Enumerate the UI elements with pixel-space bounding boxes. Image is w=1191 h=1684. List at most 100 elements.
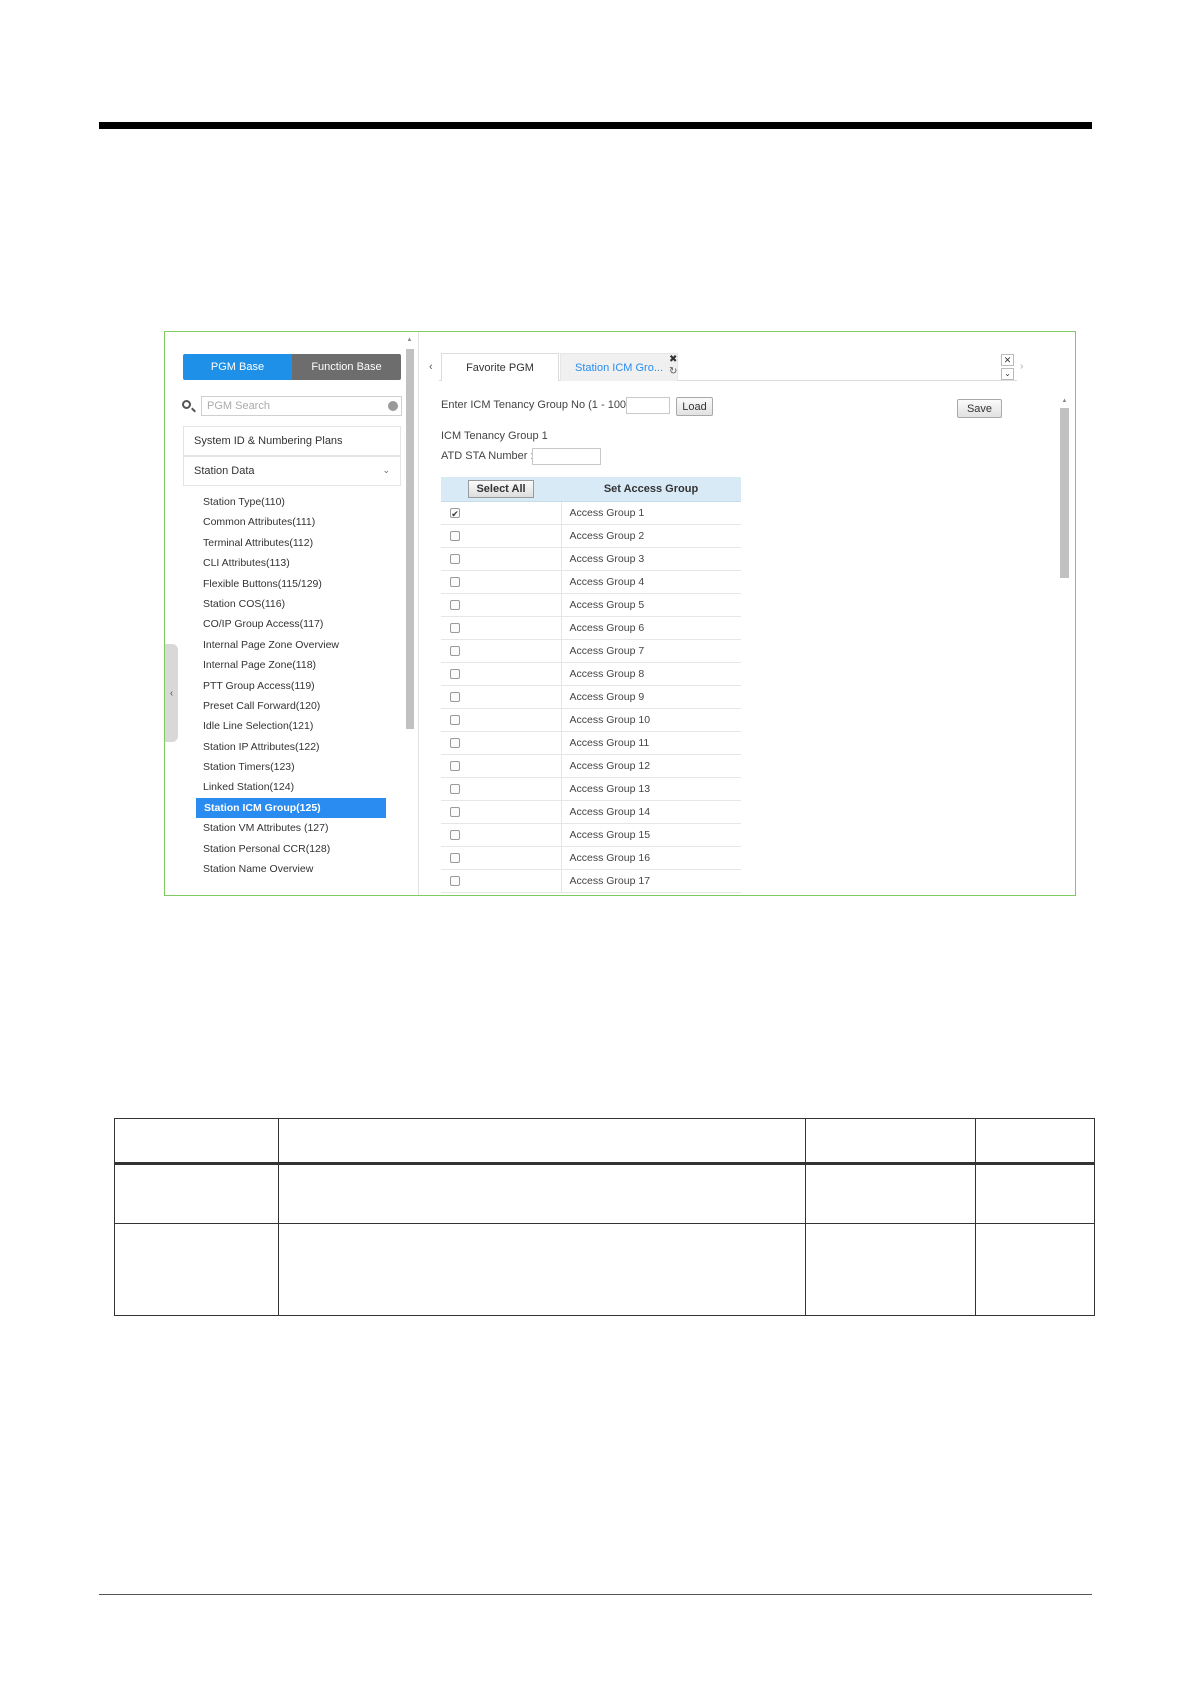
screenshot-frame: PGM Base Function Base PGM Search System…	[164, 331, 1076, 896]
sidebar-item[interactable]: CLI Attributes(113)	[183, 553, 401, 573]
access-group-checkbox[interactable]	[450, 807, 460, 818]
tab-favorite-pgm[interactable]: Favorite PGM	[441, 353, 559, 381]
tab-next-icon[interactable]: ›	[1020, 361, 1023, 372]
sidebar-item[interactable]: Station IP Attributes(122)	[183, 737, 401, 757]
group-title: ICM Tenancy Group 1	[441, 430, 548, 442]
column-divider	[975, 1119, 976, 1315]
checkbox-cell	[441, 524, 562, 548]
access-group-name: Access Group 11	[561, 731, 741, 755]
pgm-base-button[interactable]: PGM Base	[183, 354, 292, 380]
sidebar-item[interactable]: Station Type(110)	[183, 492, 401, 512]
table-row: Access Group 14	[441, 800, 741, 824]
sidebar-item[interactable]: Internal Page Zone(118)	[183, 655, 401, 675]
header-divider	[115, 1162, 1094, 1165]
row-divider	[115, 1223, 1094, 1224]
access-group-name: Access Group 2	[561, 524, 741, 548]
access-group-checkbox[interactable]	[450, 669, 460, 680]
access-group-name: Access Group 13	[561, 777, 741, 801]
sidebar-item[interactable]: PTT Group Access(119)	[183, 676, 401, 696]
access-group-checkbox[interactable]	[450, 554, 460, 565]
right-scrollbar[interactable]: ▲	[1059, 398, 1070, 895]
sidebar-item[interactable]: Terminal Attributes(112)	[183, 533, 401, 553]
access-group-checkbox[interactable]	[450, 784, 460, 795]
access-group-checkbox[interactable]	[450, 715, 460, 726]
table-row: Access Group 15	[441, 823, 741, 847]
search-icon[interactable]	[182, 400, 191, 409]
checkbox-cell	[441, 800, 562, 824]
tab-station-icm-group[interactable]: Station ICM Gro...	[560, 353, 678, 381]
access-group-checkbox[interactable]	[450, 830, 460, 841]
access-group-name: Access Group 5	[561, 593, 741, 617]
access-group-checkbox[interactable]	[450, 531, 460, 542]
load-button[interactable]: Load	[676, 397, 713, 416]
sidebar-item[interactable]: Station VM Attributes (127)	[183, 818, 401, 838]
sidebar-item[interactable]: Station ICM Group(125)	[196, 797, 386, 819]
tab-list-chevron-icon[interactable]: ⌄	[1001, 368, 1014, 380]
checkbox-cell	[441, 846, 562, 870]
table-row: Access Group 11	[441, 731, 741, 755]
atd-sta-label: ATD STA Number :	[441, 450, 534, 462]
checkbox-cell	[441, 777, 562, 801]
access-group-checkbox[interactable]	[450, 600, 460, 611]
page-footer-rule	[99, 1594, 1092, 1595]
sidebar-item[interactable]: Station Name Overview	[183, 859, 401, 879]
pgm-search-input[interactable]: PGM Search	[201, 396, 402, 416]
access-group-checkbox[interactable]	[450, 692, 460, 703]
save-button[interactable]: Save	[957, 399, 1002, 418]
sidebar-item[interactable]: Internal Page Zone Overview	[183, 635, 401, 655]
access-group-checkbox[interactable]	[450, 876, 460, 887]
access-group-name: Access Group 15	[561, 823, 741, 847]
checkbox-cell	[441, 708, 562, 732]
checkbox-cell	[441, 869, 562, 893]
access-group-checkbox[interactable]	[450, 577, 460, 588]
table-row: Access Group 12	[441, 754, 741, 778]
checkbox-cell	[441, 593, 562, 617]
sidebar-item[interactable]: Common Attributes(111)	[183, 512, 401, 532]
scroll-up-icon[interactable]: ▲	[405, 337, 414, 343]
refresh-icon[interactable]: ↻	[669, 366, 677, 377]
checkbox-cell	[441, 570, 562, 594]
access-group-name: Access Group 16	[561, 846, 741, 870]
close-all-icon[interactable]: ✕	[1001, 354, 1014, 366]
right-panel: ‹ Favorite PGM Station ICM Gro... ✖ ↻ ✕ …	[419, 332, 1075, 895]
tenancy-group-label: Enter ICM Tenancy Group No (1 - 100) :	[441, 399, 636, 411]
collapse-panel-handle[interactable]: ‹	[165, 644, 178, 742]
table-row: Access Group 6	[441, 616, 741, 640]
sidebar-item[interactable]: Linked Station(124)	[183, 777, 401, 797]
station-data-header[interactable]: Station Data ⌄	[183, 456, 401, 486]
checkbox-cell	[441, 823, 562, 847]
access-group-checkbox[interactable]	[450, 761, 460, 772]
left-panel: PGM Base Function Base PGM Search System…	[165, 332, 419, 895]
access-group-table: Select All Set Access Group ✔ Access Grou…	[441, 477, 741, 893]
sidebar-item[interactable]: Idle Line Selection(121)	[183, 716, 401, 736]
access-group-name: Access Group 1	[561, 501, 741, 525]
base-switch: PGM Base Function Base	[183, 354, 401, 380]
sidebar-item[interactable]: Flexible Buttons(115/129)	[183, 574, 401, 594]
access-group-checkbox[interactable]	[450, 646, 460, 657]
sidebar-item[interactable]: Station COS(116)	[183, 594, 401, 614]
close-icon[interactable]: ✖	[669, 354, 677, 365]
access-group-checkbox[interactable]: ✔	[450, 508, 460, 519]
scroll-up-icon[interactable]: ▲	[1059, 398, 1070, 404]
access-group-checkbox[interactable]	[450, 623, 460, 634]
access-group-checkbox[interactable]	[450, 853, 460, 864]
tab-prev-icon[interactable]: ‹	[429, 361, 433, 373]
atd-sta-input[interactable]	[532, 448, 601, 465]
function-base-button[interactable]: Function Base	[292, 354, 401, 380]
scroll-thumb[interactable]	[1060, 408, 1069, 578]
sidebar-item[interactable]: Preset Call Forward(120)	[183, 696, 401, 716]
access-group-name: Access Group 10	[561, 708, 741, 732]
sidebar-item[interactable]: Station Timers(123)	[183, 757, 401, 777]
sidebar-item[interactable]: CO/IP Group Access(117)	[183, 614, 401, 634]
system-id-item[interactable]: System ID & Numbering Plans	[183, 426, 401, 456]
access-group-checkbox[interactable]	[450, 738, 460, 749]
tenancy-group-input[interactable]	[626, 397, 670, 414]
scroll-thumb[interactable]	[406, 349, 414, 729]
left-scrollbar[interactable]: ▲	[405, 337, 414, 895]
clear-icon[interactable]	[388, 401, 398, 411]
sidebar-item[interactable]: Station Personal CCR(128)	[183, 839, 401, 859]
checkbox-cell	[441, 662, 562, 686]
table-row: Access Group 3	[441, 547, 741, 571]
access-group-name: Access Group 8	[561, 662, 741, 686]
select-all-button[interactable]: Select All	[468, 480, 534, 498]
